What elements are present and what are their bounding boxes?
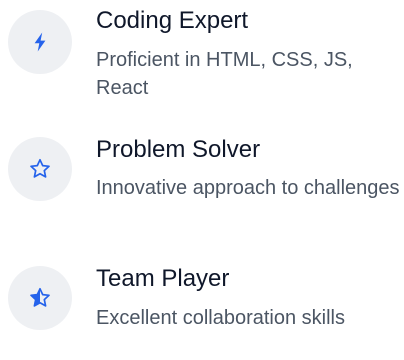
lightning-bolt-icon (34, 32, 46, 52)
skill-item-problem-solver: Problem Solver Innovative approach to ch… (0, 124, 404, 234)
skill-icon-badge (8, 137, 72, 201)
skill-title: Coding Expert (96, 7, 249, 34)
skill-title: Problem Solver (96, 136, 261, 163)
skill-item-team-player: Team Player Excellent collaboration skil… (0, 250, 404, 360)
skills-list: Coding Expert Proficient in HTML, CSS, J… (0, 0, 404, 330)
skill-description: Innovative approach to challenges (96, 177, 400, 199)
star-outline-icon (30, 158, 50, 178)
skill-icon-badge (8, 266, 72, 330)
skill-item-coding-expert: Coding Expert Proficient in HTML, CSS, J… (0, 0, 404, 110)
skill-title: Team Player (96, 265, 230, 292)
skill-icon-badge (8, 10, 72, 74)
skill-description: Proficient in HTML, CSS, JS, React (96, 49, 353, 99)
star-half-icon (30, 287, 50, 307)
